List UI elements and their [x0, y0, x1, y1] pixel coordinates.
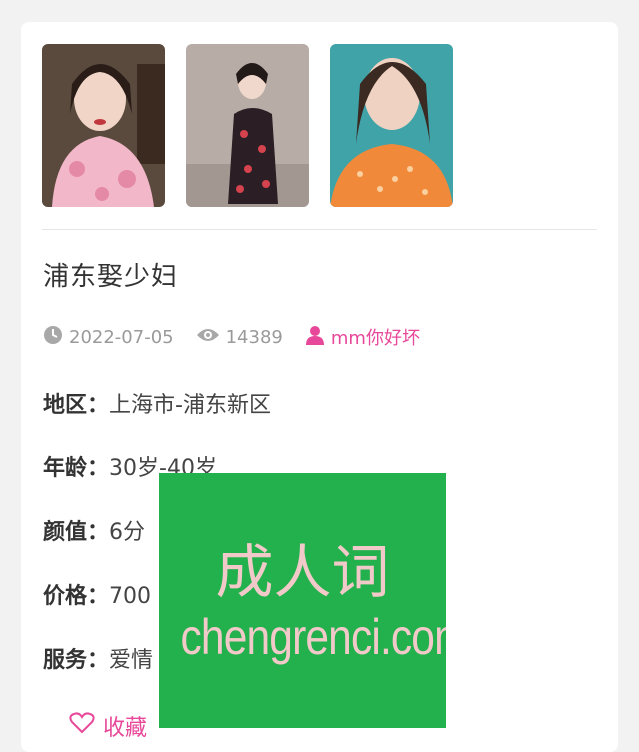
- field-looks-value: 6分: [109, 520, 146, 545]
- watermark-line-1: 成人词: [215, 538, 390, 606]
- watermark-overlay: 成人词 chengrenci.com: [159, 473, 446, 728]
- field-service: 服务：爱情: [43, 642, 153, 674]
- field-price-key: 价格：: [43, 584, 110, 609]
- field-price: 价格：700: [43, 578, 151, 610]
- user-icon: [305, 325, 331, 350]
- divider: [42, 229, 597, 230]
- field-region: 地区：上海市-浦东新区: [43, 387, 271, 419]
- field-region-value: 上海市-浦东新区: [109, 393, 271, 418]
- photo-1[interactable]: [42, 44, 165, 207]
- favorite-button[interactable]: 收藏: [69, 710, 147, 742]
- date-meta: 2022-07-05: [43, 325, 174, 350]
- views-meta: 14389: [196, 326, 283, 349]
- field-service-key: 服务：: [43, 648, 110, 673]
- post-date: 2022-07-05: [69, 326, 174, 348]
- author-meta[interactable]: mm你好坏: [305, 324, 420, 350]
- field-looks: 颜值：6分: [43, 514, 145, 546]
- photo-gallery: [42, 44, 453, 207]
- heart-icon: [69, 712, 103, 740]
- post-title: 浦东娶少妇: [43, 262, 179, 292]
- field-looks-key: 颜值：: [43, 520, 110, 545]
- clock-icon: [43, 325, 69, 350]
- photo-2[interactable]: [186, 44, 309, 207]
- watermark-line-2: chengrenci.com: [180, 609, 446, 665]
- author-name[interactable]: mm你好坏: [331, 324, 420, 350]
- favorite-label: 收藏: [103, 716, 148, 741]
- eye-icon: [196, 326, 226, 349]
- field-region-key: 地区：: [43, 393, 110, 418]
- field-price-value: 700: [109, 584, 152, 609]
- photo-3[interactable]: [330, 44, 453, 207]
- view-count: 14389: [225, 326, 283, 348]
- field-service-value: 爱情: [109, 648, 154, 673]
- post-meta: 2022-07-05 14389 mm你好坏: [43, 324, 442, 350]
- field-age-key: 年龄：: [43, 456, 110, 481]
